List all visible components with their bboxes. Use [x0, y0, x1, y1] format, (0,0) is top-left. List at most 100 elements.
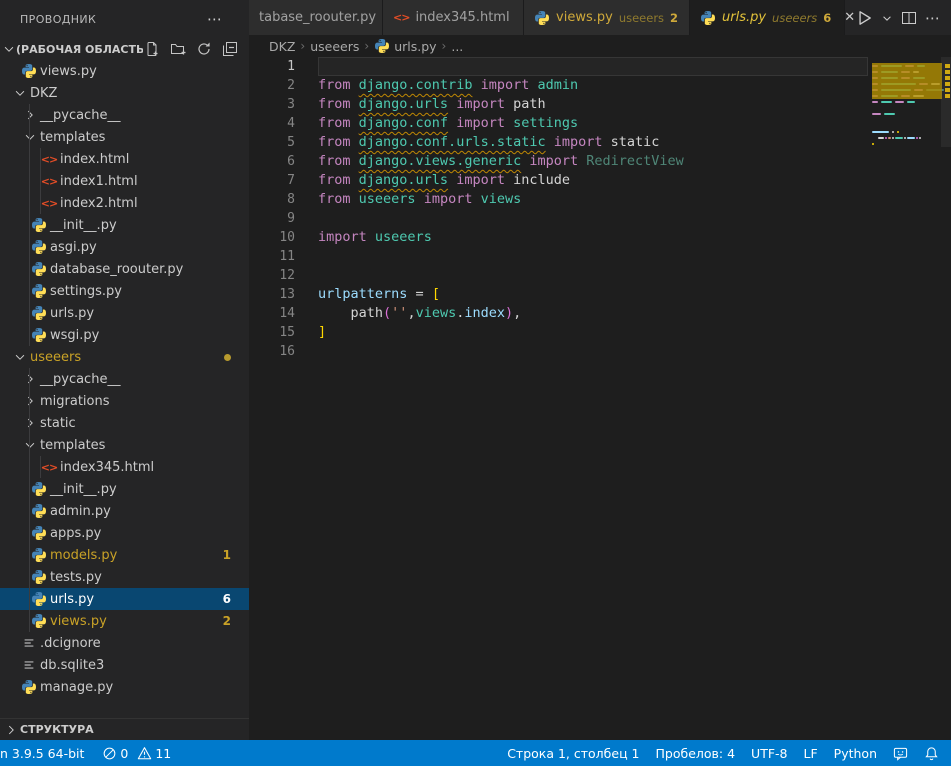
tree-file-settings.py[interactable]: settings.py — [0, 280, 249, 302]
tree-folder-static[interactable]: static — [0, 412, 249, 434]
code-line-12[interactable]: 12 — [249, 266, 951, 285]
code-line-13[interactable]: 13urlpatterns = [ — [249, 285, 951, 304]
line-number: 15 — [249, 323, 295, 342]
chevron-down-icon — [2, 42, 16, 56]
code-text: ] — [295, 323, 326, 342]
new-file-icon[interactable] — [143, 40, 161, 58]
feedback-icon[interactable] — [893, 746, 908, 761]
collapse-all-icon[interactable] — [221, 40, 239, 58]
workspace-section-header[interactable]: (РАБОЧАЯ ОБЛАСТЬ) ... — [0, 38, 249, 60]
bell-icon[interactable] — [924, 746, 939, 761]
tree-file-manage.py[interactable]: manage.py — [0, 676, 249, 698]
python-file-icon — [20, 679, 38, 695]
tree-file-tests.py[interactable]: tests.py — [0, 566, 249, 588]
status-item-python[interactable]: Python — [834, 746, 877, 761]
tree-file-__init__.py[interactable]: __init__.py — [0, 214, 249, 236]
status-item-пробелов-4[interactable]: Пробелов: 4 — [656, 746, 736, 761]
tree-file-__init__.py[interactable]: __init__.py — [0, 478, 249, 500]
breadcrumb-item-DKZ[interactable]: DKZ — [269, 39, 295, 54]
tree-folder-migrations[interactable]: migrations — [0, 390, 249, 412]
code-text: from django.conf.urls.static import stat… — [295, 133, 659, 152]
tree-folder-DKZ[interactable]: DKZ — [0, 82, 249, 104]
python-interpreter-status[interactable]: n 3.9.5 64-bit — [0, 746, 84, 761]
minimap[interactable] — [872, 57, 942, 153]
chevron-down-icon — [22, 437, 38, 453]
code-line-2[interactable]: 2from django.contrib import admin — [249, 76, 951, 95]
code-line-4[interactable]: 4from django.conf import settings — [249, 114, 951, 133]
code-line-3[interactable]: 3from django.urls import path — [249, 95, 951, 114]
code-line-11[interactable]: 11 — [249, 247, 951, 266]
code-line-14[interactable]: 14 path('',views.index), — [249, 304, 951, 323]
tree-file-index.html[interactable]: <>index.html — [0, 148, 249, 170]
editor-more-actions-icon[interactable]: ⋯ — [923, 7, 943, 29]
code-line-15[interactable]: 15] — [249, 323, 951, 342]
run-dropdown-icon[interactable] — [879, 10, 895, 26]
python-file-icon — [30, 525, 48, 541]
code-editor[interactable]: 12from django.contrib import admin3from … — [249, 57, 951, 740]
chevron-down-icon — [22, 129, 38, 145]
code-line-9[interactable]: 9 — [249, 209, 951, 228]
line-number: 4 — [249, 114, 295, 133]
tree-file-views.py[interactable]: views.py — [0, 60, 249, 82]
refresh-icon[interactable] — [195, 40, 213, 58]
tree-file-admin.py[interactable]: admin.py — [0, 500, 249, 522]
tree-folder-__pycache__[interactable]: __pycache__ — [0, 104, 249, 126]
ruler-warning-mark — [945, 64, 950, 68]
python-file-icon — [30, 283, 48, 299]
code-line-7[interactable]: 7from django.urls import include — [249, 171, 951, 190]
tree-file-index1.html[interactable]: <>index1.html — [0, 170, 249, 192]
breadcrumb-item-useeers[interactable]: useeers — [310, 39, 359, 54]
code-line-10[interactable]: 10import useeers — [249, 228, 951, 247]
code-line-8[interactable]: 8from useeers import views — [249, 190, 951, 209]
breadcrumb-item-...[interactable]: ... — [451, 39, 463, 54]
chevron-right-icon — [22, 393, 38, 409]
tree-file-urls.py[interactable]: urls.py6 — [0, 588, 249, 610]
tab-label: urls.py — [722, 10, 766, 25]
tree-item-label: index345.html — [58, 460, 249, 475]
tree-folder-useeers[interactable]: useeers — [0, 346, 249, 368]
tree-file-index345.html[interactable]: <>index345.html — [0, 456, 249, 478]
tree-file-db.sqlite3[interactable]: db.sqlite3 — [0, 654, 249, 676]
code-line-6[interactable]: 6from django.views.generic import Redire… — [249, 152, 951, 171]
code-line-5[interactable]: 5from django.conf.urls.static import sta… — [249, 133, 951, 152]
problems-status[interactable]: 0 11 — [102, 746, 171, 761]
tree-folder-templates[interactable]: templates — [0, 434, 249, 456]
breadcrumb: DKZ›useeers› urls.py›... — [249, 35, 951, 57]
tree-file-apps.py[interactable]: apps.py — [0, 522, 249, 544]
chevron-down-icon — [12, 85, 28, 101]
tree-file-database_roouter.py[interactable]: database_roouter.py — [0, 258, 249, 280]
python-file-icon — [30, 261, 48, 277]
python-file-icon — [30, 481, 48, 497]
problems-badge: 2 — [223, 614, 249, 628]
split-editor-icon[interactable] — [899, 8, 919, 28]
outline-section-header[interactable]: СТРУКТУРА — [0, 718, 249, 740]
tab-urls.py[interactable]: urls.pyuseeers6✕ — [690, 0, 845, 35]
run-button[interactable] — [853, 7, 875, 29]
error-icon — [102, 746, 117, 761]
line-number: 7 — [249, 171, 295, 190]
ruler-warning-mark — [945, 70, 950, 74]
tab-tabase_roouter.py[interactable]: tabase_roouter.py — [249, 0, 383, 35]
explorer-more-actions-icon[interactable]: ⋯ — [201, 10, 229, 28]
tab-index345.html[interactable]: <>index345.html — [383, 0, 524, 35]
tree-file-views.py[interactable]: views.py2 — [0, 610, 249, 632]
tree-file-wsgi.py[interactable]: wsgi.py — [0, 324, 249, 346]
tree-folder-templates[interactable]: templates — [0, 126, 249, 148]
tab-views.py[interactable]: views.pyuseeers2 — [524, 0, 690, 35]
tree-file-.dcignore[interactable]: .dcignore — [0, 632, 249, 654]
status-item-utf-8[interactable]: UTF-8 — [751, 746, 787, 761]
tree-file-index2.html[interactable]: <>index2.html — [0, 192, 249, 214]
tree-item-label: models.py — [48, 548, 223, 563]
new-folder-icon[interactable] — [169, 40, 187, 58]
status-item-строка-1-столбец-1[interactable]: Строка 1, столбец 1 — [507, 746, 639, 761]
tree-file-asgi.py[interactable]: asgi.py — [0, 236, 249, 258]
list-file-icon — [20, 657, 38, 673]
tree-file-urls.py[interactable]: urls.py — [0, 302, 249, 324]
code-text: import useeers — [295, 228, 432, 247]
tree-folder-__pycache__[interactable]: __pycache__ — [0, 368, 249, 390]
tree-item-label: tests.py — [48, 570, 249, 585]
tree-file-models.py[interactable]: models.py1 — [0, 544, 249, 566]
status-item-lf[interactable]: LF — [804, 746, 818, 761]
breadcrumb-item-urls.py[interactable]: urls.py — [374, 38, 436, 54]
code-line-16[interactable]: 16 — [249, 342, 951, 361]
